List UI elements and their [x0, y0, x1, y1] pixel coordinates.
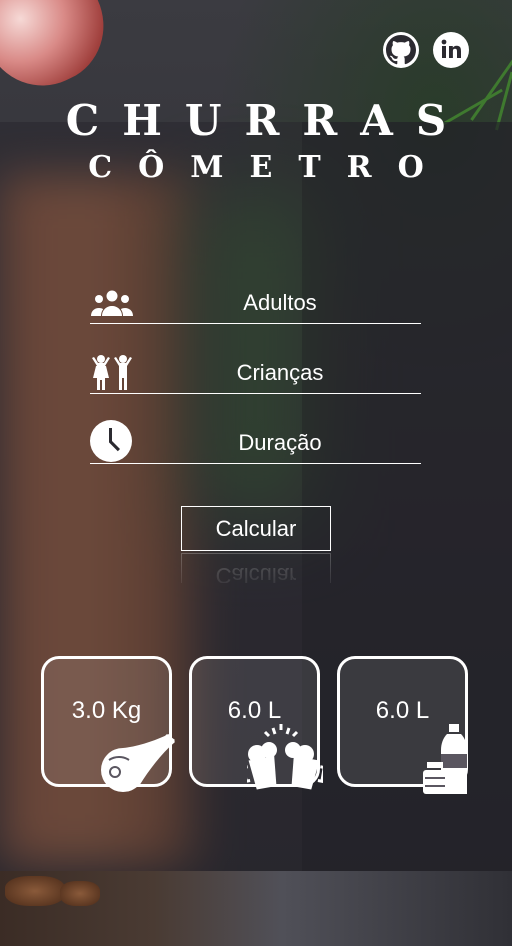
- ham-leg-icon: [101, 734, 175, 798]
- drinks-result-value: 6.0 L: [375, 697, 430, 724]
- duration-input[interactable]: [140, 423, 420, 463]
- calculate-button[interactable]: Calcular: [181, 506, 331, 551]
- background-garlic: [0, 0, 123, 105]
- children-icon: [90, 353, 134, 393]
- linkedin-icon[interactable]: [433, 32, 469, 68]
- background-nut: [60, 881, 100, 906]
- background-nut: [5, 876, 65, 906]
- meat-result-value: 3.0 Kg: [71, 697, 142, 724]
- clock-icon: [90, 420, 134, 463]
- beer-result-value: 6.0 L: [227, 697, 282, 724]
- children-input[interactable]: [140, 353, 420, 393]
- calculate-reflection-text: Calcular: [181, 553, 331, 583]
- bottles-icon: [421, 724, 471, 798]
- adults-input[interactable]: [140, 283, 420, 323]
- beer-result-card: 6.0 L: [189, 656, 327, 790]
- meat-result-card: 3.0 Kg: [41, 656, 175, 792]
- adults-field: [90, 283, 421, 324]
- children-field: [90, 353, 421, 394]
- duration-field: [90, 420, 421, 464]
- background-bottom: [0, 871, 512, 946]
- github-icon[interactable]: [383, 32, 419, 68]
- app-subtitle: CÔMETRO: [88, 150, 450, 185]
- drinks-result-card: 6.0 L: [337, 656, 468, 794]
- beer-mugs-icon: [241, 724, 327, 798]
- people-group-icon: [90, 283, 134, 323]
- app-title: CHURRAS: [65, 96, 470, 145]
- calculate-button-reflection: Calcular: [181, 553, 331, 583]
